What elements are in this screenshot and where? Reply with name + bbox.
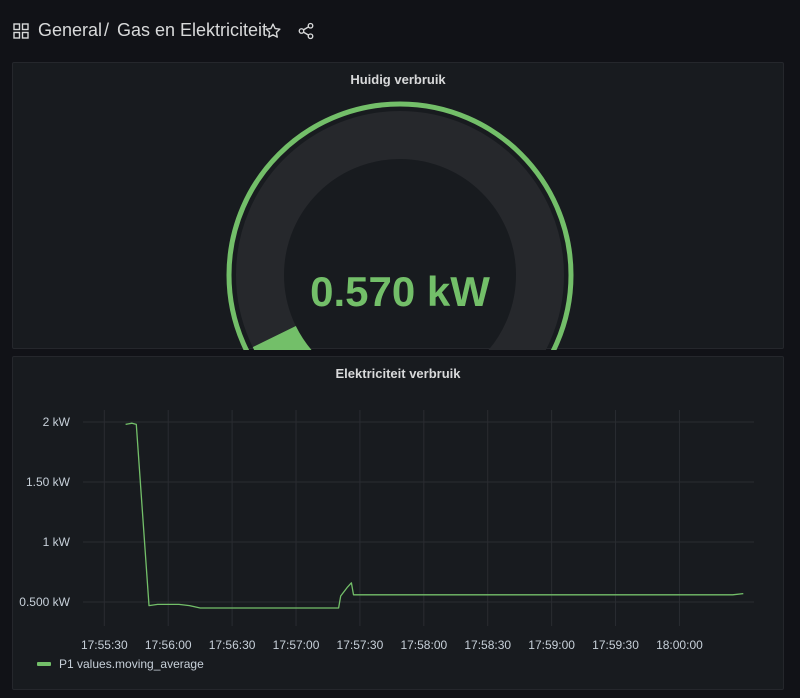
dashboard-title[interactable]: Gas en Elektriciteit <box>117 20 267 41</box>
x-tick-label: 18:00:00 <box>656 638 703 652</box>
breadcrumb-folder[interactable]: General <box>38 20 102 41</box>
x-tick-label: 17:57:00 <box>273 638 320 652</box>
legend-label: P1 values.moving_average <box>59 657 204 671</box>
legend-item[interactable]: P1 values.moving_average <box>37 657 204 671</box>
star-icon[interactable] <box>264 22 282 40</box>
dashboard-header: General / Gas en Elektriciteit <box>0 0 800 62</box>
time-series-chart: 17:55:30 17:56:00 17:56:30 17:57:00 17:57:30… <box>19 410 754 652</box>
breadcrumb-separator: / <box>104 20 110 40</box>
x-tick-label: 17:56:00 <box>145 638 192 652</box>
gauge: 0.570 kW <box>226 101 574 350</box>
gauge-value-text: 0.570 kW <box>310 268 490 315</box>
x-tick-label: 17:58:00 <box>400 638 447 652</box>
gauge-track <box>236 111 564 350</box>
apps-grid-icon[interactable] <box>13 23 29 39</box>
x-tick-label: 17:59:30 <box>592 638 639 652</box>
y-tick-label: 2 kW <box>43 415 71 429</box>
gauge-value-arc <box>252 325 312 350</box>
legend-color-swatch <box>37 662 51 666</box>
series-line <box>125 422 744 609</box>
y-tick-label: 1.50 kW <box>26 475 71 489</box>
graph-panel: Elektriciteit verbruik 17:55:30 17:56:00 1… <box>12 356 784 690</box>
y-tick-label: 0.500 kW <box>19 595 70 609</box>
x-tick-label: 17:58:30 <box>464 638 511 652</box>
x-tick-label: 17:55:30 <box>81 638 128 652</box>
gauge-panel: Huidig verbruik 0.570 kW <box>12 62 784 350</box>
x-tick-label: 17:57:30 <box>337 638 384 652</box>
share-icon[interactable] <box>297 22 315 40</box>
x-tick-label: 17:59:00 <box>528 638 575 652</box>
x-tick-label: 17:56:30 <box>209 638 256 652</box>
y-tick-label: 1 kW <box>43 535 71 549</box>
